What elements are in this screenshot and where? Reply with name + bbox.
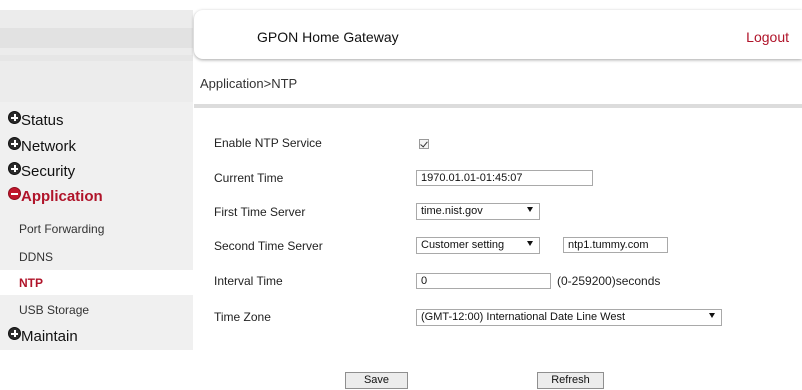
- sidebar-subitem-label: USB Storage: [19, 303, 90, 317]
- refresh-button[interactable]: Refresh: [537, 372, 604, 389]
- breadcrumb: Application>NTP: [200, 76, 298, 91]
- sidebar-subitem-ntp[interactable]: NTP: [0, 270, 193, 295]
- first-time-server-select[interactable]: time.nist.gov: [416, 203, 540, 220]
- header-bar: GPON Home Gateway Logout: [194, 10, 802, 59]
- sidebar-subitem-label: Port Forwarding: [19, 222, 105, 236]
- sidebar-item-label: Maintain: [21, 328, 78, 345]
- current-time-field[interactable]: 1970.01.01-01:45:07: [416, 170, 593, 186]
- interval-time-label: Interval Time: [214, 274, 283, 288]
- save-button[interactable]: Save: [345, 372, 408, 389]
- dropdown-arrow-icon: [527, 207, 533, 212]
- sidebar-header-bar: [0, 28, 193, 48]
- app-title: GPON Home Gateway: [257, 29, 399, 45]
- time-zone-select[interactable]: (GMT-12:00) International Date Line West: [416, 309, 722, 326]
- sidebar-item-label: Application: [21, 188, 103, 205]
- minus-icon: [8, 187, 21, 200]
- divider: [194, 104, 802, 108]
- sidebar-header-bar-thin: [0, 55, 193, 61]
- enable-ntp-checkbox[interactable]: [419, 139, 429, 149]
- enable-ntp-label: Enable NTP Service: [214, 136, 322, 150]
- sidebar-subitem-port-forwarding[interactable]: Port Forwarding: [0, 216, 193, 241]
- first-time-server-label: First Time Server: [214, 205, 306, 219]
- sidebar-item-status[interactable]: Status: [8, 111, 64, 129]
- time-zone-label: Time Zone: [214, 310, 271, 324]
- sidebar-subitem-label: DDNS: [19, 250, 54, 264]
- interval-time-unit: (0-259200)seconds: [557, 274, 661, 288]
- sidebar-nav: Status Network Security Application Port…: [0, 102, 193, 350]
- plus-icon: [8, 327, 21, 340]
- second-time-server-label: Second Time Server: [214, 239, 323, 253]
- sidebar-subitem-label: NTP: [19, 276, 43, 290]
- plus-icon: [8, 111, 21, 124]
- select-value: Customer setting: [421, 239, 505, 251]
- sidebar-item-security[interactable]: Security: [8, 162, 76, 180]
- sidebar-item-maintain[interactable]: Maintain: [8, 327, 78, 345]
- dropdown-arrow-icon: [709, 313, 715, 318]
- select-value: time.nist.gov: [421, 205, 483, 217]
- logout-link[interactable]: Logout: [746, 29, 789, 45]
- interval-time-field[interactable]: 0: [416, 273, 551, 289]
- dropdown-arrow-icon: [527, 241, 533, 246]
- select-value: (GMT-12:00) International Date Line West: [421, 311, 626, 323]
- current-time-label: Current Time: [214, 171, 284, 185]
- sidebar-item-label: Security: [21, 163, 76, 180]
- second-time-server-custom-field[interactable]: ntp1.tummy.com: [563, 237, 668, 253]
- plus-icon: [8, 137, 21, 150]
- sidebar-subitem-usb-storage[interactable]: USB Storage: [0, 297, 193, 322]
- sidebar-item-label: Network: [21, 138, 77, 155]
- sidebar-item-network[interactable]: Network: [8, 137, 77, 155]
- sidebar-item-label: Status: [21, 112, 64, 129]
- plus-icon: [8, 162, 21, 175]
- second-time-server-select[interactable]: Customer setting: [416, 237, 540, 254]
- sidebar-header-decoration: [0, 10, 193, 102]
- sidebar-subitem-ddns[interactable]: DDNS: [0, 244, 193, 269]
- sidebar-item-application[interactable]: Application: [8, 187, 103, 205]
